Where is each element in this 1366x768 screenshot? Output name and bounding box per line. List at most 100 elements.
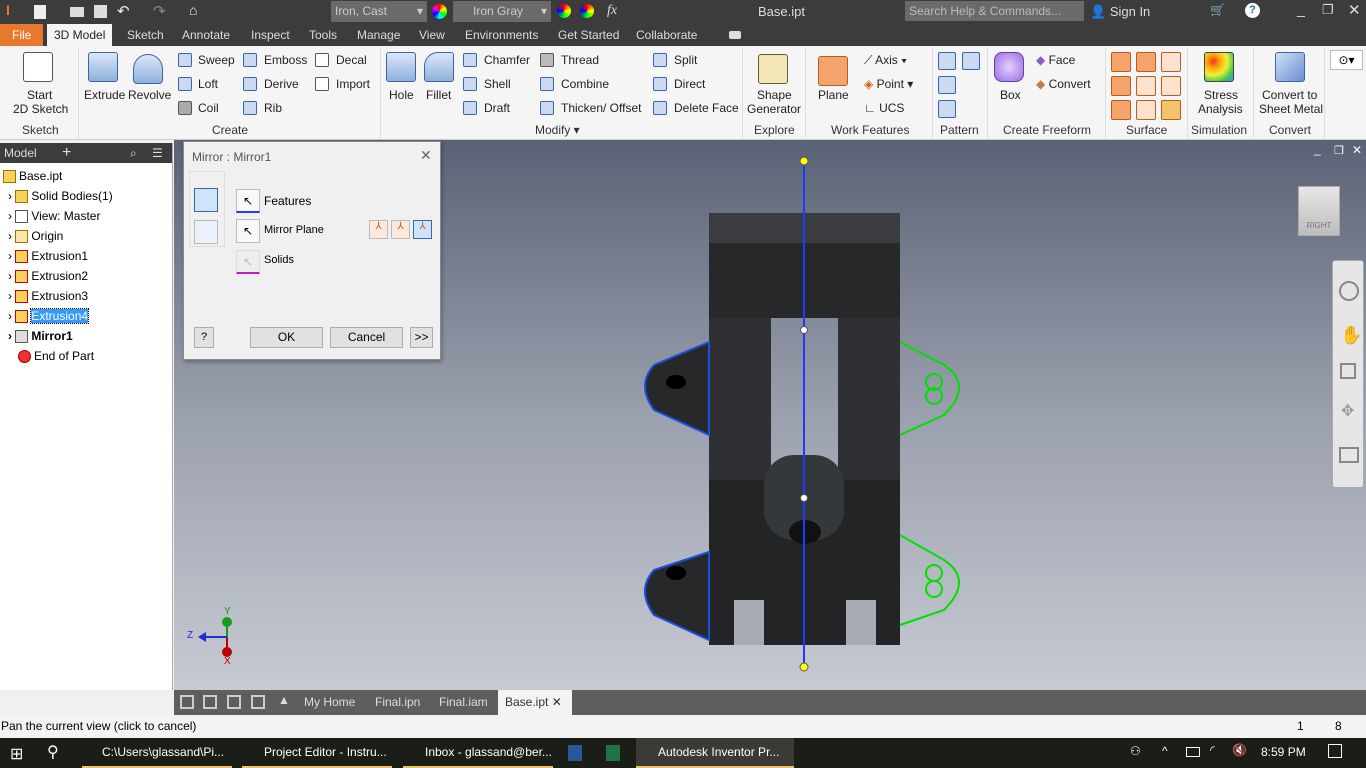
pan-icon[interactable]: ✋: [1340, 325, 1362, 346]
hole-button[interactable]: Hole: [389, 88, 414, 102]
convert-freeform-button[interactable]: ◆ Convert: [1036, 77, 1091, 91]
undo-icon[interactable]: ↶: [117, 2, 130, 20]
start-sketch-button[interactable]: Start: [27, 88, 52, 102]
appearance-dropdown[interactable]: Iron Gray ▾: [453, 1, 551, 22]
clock[interactable]: 8:59 PM: [1261, 745, 1306, 759]
plane-xz-button[interactable]: ⅄: [391, 220, 410, 239]
viewport-minimize[interactable]: _: [1314, 142, 1321, 156]
word-icon[interactable]: [568, 745, 582, 761]
direct-button[interactable]: Direct: [674, 77, 705, 91]
tab-sketch[interactable]: Sketch: [120, 24, 171, 46]
stress-analysis-label2[interactable]: Analysis: [1198, 102, 1243, 116]
search-input[interactable]: Search Help & Commands...: [905, 1, 1084, 21]
tab-environments[interactable]: Environments: [458, 24, 545, 46]
doc-tab-base-ipt[interactable]: Base.ipt ✕: [498, 690, 572, 715]
features-selector[interactable]: ↖: [236, 189, 260, 213]
tab-get-started[interactable]: Get Started: [551, 24, 626, 46]
split-button[interactable]: Split: [674, 53, 697, 67]
ribbon-more-button[interactable]: ⊙▾: [1330, 50, 1363, 70]
volume-icon[interactable]: 🔇: [1232, 743, 1247, 757]
surface-boundary-icon[interactable]: [1111, 76, 1131, 96]
excel-icon[interactable]: [606, 745, 620, 761]
menu-icon[interactable]: ☰: [152, 143, 163, 163]
solids-selector[interactable]: ↖: [236, 250, 260, 274]
sweep-button[interactable]: Sweep: [198, 53, 235, 67]
show-hidden-icons[interactable]: ^: [1162, 744, 1168, 758]
stress-analysis-button[interactable]: Stress: [1204, 88, 1238, 102]
tab-inspect[interactable]: Inspect: [244, 24, 297, 46]
rib-button[interactable]: Rib: [264, 101, 282, 115]
mirror-body-type-button[interactable]: [194, 220, 218, 244]
taskbar-explorer[interactable]: C:\Users\glassand\Pi...: [82, 738, 232, 768]
close-button[interactable]: ✕: [1348, 1, 1361, 19]
viewcube[interactable]: RIGHT: [1298, 186, 1340, 236]
adjust-appearance-icon[interactable]: [557, 4, 571, 18]
plane-xy-button[interactable]: ⅄: [413, 220, 432, 239]
surface-patch-icon[interactable]: [1136, 52, 1156, 72]
search-icon[interactable]: ⌕: [130, 143, 137, 163]
surface-repair-icon[interactable]: [1161, 100, 1181, 120]
tree-item-view-master[interactable]: › View: Master: [8, 206, 100, 226]
convert-sheet-metal-button[interactable]: Convert to: [1262, 88, 1317, 102]
tree-item-mirror1[interactable]: › Mirror1: [8, 326, 73, 346]
loft-button[interactable]: Loft: [198, 77, 218, 91]
steering-wheel-icon[interactable]: [1339, 281, 1359, 301]
material-dropdown[interactable]: Iron, Cast ▾: [331, 1, 427, 22]
decal-button[interactable]: Decal: [336, 53, 367, 67]
plane-button[interactable]: Plane: [818, 88, 849, 102]
people-icon[interactable]: ⚇: [1130, 744, 1141, 758]
add-tab-button[interactable]: +: [62, 143, 71, 163]
mirror-features-type-button[interactable]: [194, 188, 218, 212]
more-options-button[interactable]: >>: [410, 327, 433, 348]
sign-in-button[interactable]: 👤 Sign In: [1090, 4, 1150, 20]
mirror-plane-selector[interactable]: ↖: [236, 219, 260, 243]
tab-manage[interactable]: Manage: [350, 24, 407, 46]
surface-sculpt-icon[interactable]: [1161, 52, 1181, 72]
tab-model[interactable]: Model: [4, 146, 37, 160]
tree-item-extrusion2[interactable]: › Extrusion2: [8, 266, 88, 286]
combine-button[interactable]: Combine: [561, 77, 609, 91]
open-documents-icon[interactable]: ▲: [278, 693, 290, 707]
doc-tab-final-iam[interactable]: Final.iam: [432, 690, 495, 715]
ok-button[interactable]: OK: [250, 327, 323, 348]
open-icon[interactable]: [70, 7, 84, 17]
tree-item-extrusion4[interactable]: › Extrusion4: [8, 306, 90, 326]
plane-yz-button[interactable]: ⅄: [369, 220, 388, 239]
tab-3d-model[interactable]: 3D Model: [47, 24, 113, 46]
tab-file[interactable]: File: [0, 24, 44, 46]
derive-button[interactable]: Derive: [264, 77, 299, 91]
tab-collaborate[interactable]: Collaborate: [629, 24, 704, 46]
save-icon[interactable]: [94, 5, 107, 18]
tab-tools[interactable]: Tools: [302, 24, 344, 46]
cancel-button[interactable]: Cancel: [330, 327, 403, 348]
thicken-offset-button[interactable]: Thicken/ Offset: [561, 101, 641, 115]
shape-generator-button[interactable]: Shape: [757, 88, 792, 102]
minimize-button[interactable]: _: [1297, 1, 1305, 17]
ucs-button[interactable]: ∟ UCS: [864, 101, 904, 115]
surface-ruled-icon[interactable]: [1111, 100, 1131, 120]
tab-view[interactable]: View: [412, 24, 452, 46]
redo-icon[interactable]: ↷: [153, 2, 166, 20]
fx-parameters-icon[interactable]: fx: [607, 3, 617, 19]
revolve-button[interactable]: Revolve: [128, 88, 171, 102]
draft-button[interactable]: Draft: [484, 101, 510, 115]
viewport-close[interactable]: ✕: [1352, 143, 1362, 157]
taskbar-chrome[interactable]: Project Editor - Instru...: [242, 738, 392, 768]
help-icon[interactable]: ?: [1245, 3, 1260, 18]
rectangular-pattern-icon[interactable]: [938, 52, 956, 70]
delete-face-button[interactable]: Delete Face: [674, 101, 739, 115]
coil-button[interactable]: Coil: [198, 101, 219, 115]
restore-button[interactable]: ❐: [1322, 2, 1334, 18]
tree-item-end-of-part[interactable]: End of Part: [18, 346, 94, 366]
cascade-windows-icon[interactable]: [180, 695, 194, 709]
thread-button[interactable]: Thread: [561, 53, 599, 67]
battery-icon[interactable]: [1186, 747, 1200, 757]
tile-horizontal-icon[interactable]: [227, 695, 241, 709]
tab-annotate[interactable]: Annotate: [175, 24, 237, 46]
face-button[interactable]: ◆ Face: [1036, 53, 1075, 67]
tile-windows-icon[interactable]: [203, 695, 217, 709]
chamfer-button[interactable]: Chamfer: [484, 53, 530, 67]
start-sketch-label2[interactable]: 2D Sketch: [13, 102, 68, 116]
taskbar-inventor[interactable]: Autodesk Inventor Pr...: [636, 738, 794, 768]
sketch-pattern-icon[interactable]: [938, 100, 956, 118]
